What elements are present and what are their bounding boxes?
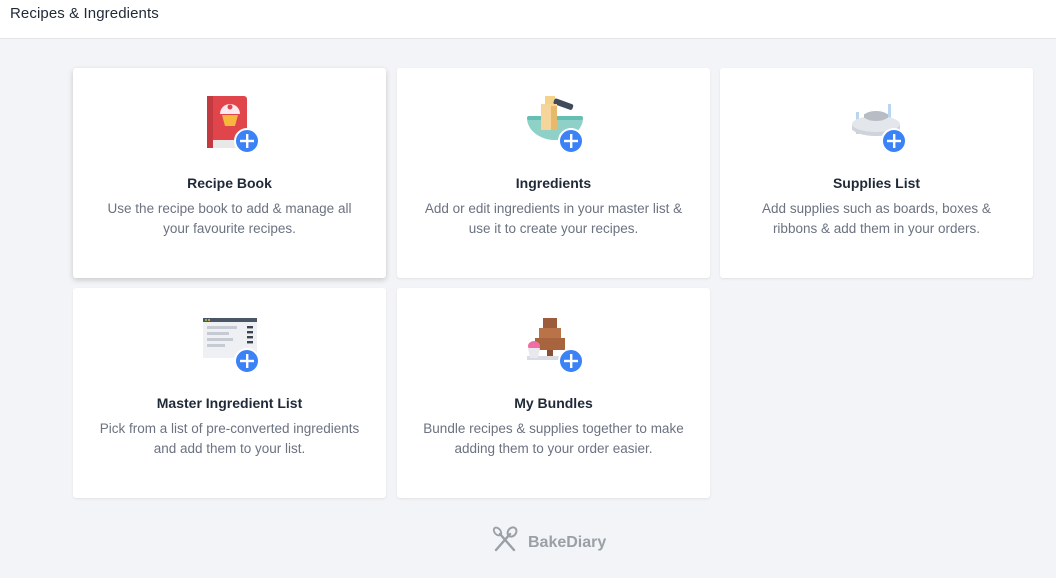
bundle-boxes-icon (525, 314, 587, 376)
mixing-bowl-icon (525, 94, 587, 156)
card-description: Bundle recipes & supplies together to ma… (423, 421, 684, 456)
ingredient-list-icon (201, 314, 263, 376)
card-description: Pick from a list of pre-converted ingred… (99, 421, 360, 456)
card-description: Use the recipe book to add & manage all … (107, 201, 352, 236)
card-title: Supplies List (832, 175, 921, 191)
card-title: Recipe Book (187, 175, 272, 191)
card-title: Ingredients (515, 175, 592, 191)
footer-logo: BakeDiary (490, 525, 607, 561)
brand-name: BakeDiary (528, 534, 607, 551)
top-bar: Recipes & Ingredients (0, 0, 1056, 39)
card-title: Master Ingredient List (156, 395, 303, 411)
card-title: My Bundles (514, 395, 593, 411)
cake-board-icon (848, 94, 910, 156)
card-description: Add supplies such as boards, boxes & rib… (762, 201, 991, 236)
card-my-bundles[interactable]: My Bundles Bundle recipes & supplies tog… (397, 288, 710, 498)
whisk-spoon-icon (490, 525, 520, 561)
card-recipe-book[interactable]: Recipe Book Use the recipe book to add &… (73, 68, 386, 278)
card-ingredients[interactable]: Ingredients Add or edit ingredients in y… (397, 68, 710, 278)
card-supplies-list[interactable]: Supplies List Add supplies such as board… (720, 68, 1033, 278)
card-description: Add or edit ingredients in your master l… (424, 201, 683, 236)
recipe-book-icon (201, 94, 263, 156)
page-title: Recipes & Ingredients (10, 5, 159, 22)
card-master-ingredient-list[interactable]: Master Ingredient List Pick from a list … (73, 288, 386, 498)
